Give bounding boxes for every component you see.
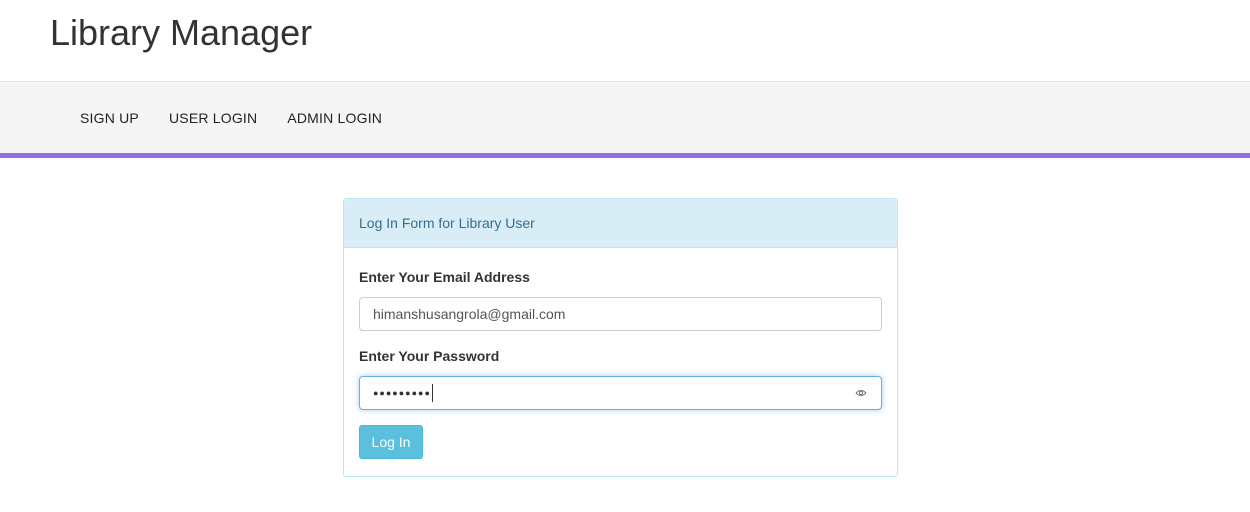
nav-admin-login[interactable]: ADMIN LOGIN xyxy=(272,108,397,128)
email-field[interactable]: himanshusangrola@gmail.com xyxy=(359,297,882,331)
email-value: himanshusangrola@gmail.com xyxy=(373,306,566,322)
password-value: ●●●●●●●●● xyxy=(373,384,854,402)
password-field[interactable]: ●●●●●●●●● xyxy=(359,376,882,410)
email-label: Enter Your Email Address xyxy=(359,269,530,285)
login-panel: Log In Form for Library User Enter Your … xyxy=(343,198,898,477)
login-button[interactable]: Log In xyxy=(359,425,423,459)
nav-user-login[interactable]: USER LOGIN xyxy=(154,108,272,128)
text-caret xyxy=(431,384,433,402)
login-form: Enter Your Email Address himanshusangrol… xyxy=(344,248,897,474)
password-dots: ●●●●●●●●● xyxy=(373,388,431,398)
nav-sign-up[interactable]: SIGN UP xyxy=(65,108,154,128)
login-panel-heading: Log In Form for Library User xyxy=(344,199,897,248)
app-title: Library Manager xyxy=(50,12,313,53)
password-group: Enter Your Password ●●●●●●●●● xyxy=(359,347,882,410)
eye-icon[interactable] xyxy=(854,386,868,400)
email-group: Enter Your Email Address himanshusangrol… xyxy=(359,268,882,331)
password-label: Enter Your Password xyxy=(359,348,500,364)
main-navbar: SIGN UP USER LOGIN ADMIN LOGIN xyxy=(0,82,1250,158)
app-header: Library Manager xyxy=(0,0,1250,82)
